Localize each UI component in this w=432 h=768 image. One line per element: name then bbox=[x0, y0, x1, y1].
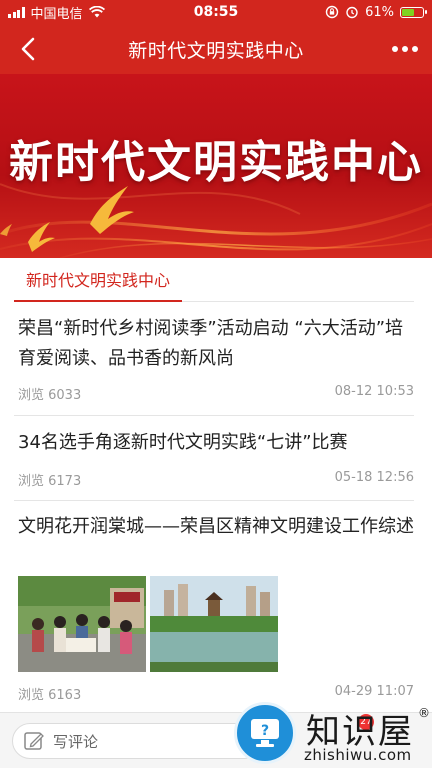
view-count: 浏览 6033 bbox=[18, 388, 82, 403]
divider bbox=[14, 500, 414, 501]
article-item[interactable]: 34名选手角逐新时代文明实践“七讲”比赛 浏览 6173 05-18 12:56 bbox=[18, 428, 414, 494]
publish-date: 08-12 10:53 bbox=[334, 384, 414, 399]
battery-fill bbox=[402, 8, 414, 16]
watermark-logo: ? 27 知识屋 ® zhishiwu.com bbox=[234, 700, 432, 768]
article-item[interactable]: 荣昌“新时代乡村阅读季”活动启动 “六大活动”培育爱阅读、品书香的新风尚 浏览 … bbox=[18, 314, 414, 410]
status-right: 61% bbox=[325, 4, 427, 20]
status-bar: 中国电信 08:55 61% bbox=[0, 0, 432, 24]
tab-civilization-center[interactable]: 新时代文明实践中心 bbox=[14, 258, 183, 302]
divider bbox=[14, 415, 414, 416]
carrier-label: 中国电信 bbox=[30, 6, 83, 22]
publish-date: 05-18 12:56 bbox=[334, 470, 414, 485]
banner-image: 新时代文明实践中心 bbox=[0, 74, 432, 258]
view-count: 浏览 6173 bbox=[18, 474, 82, 489]
battery-percent: 61% bbox=[365, 4, 394, 20]
comment-input[interactable]: 写评论 bbox=[12, 723, 262, 759]
status-left: 中国电信 bbox=[8, 3, 105, 22]
clock-time: 08:55 bbox=[193, 4, 239, 20]
section-tabs: 新时代文明实践中心 bbox=[14, 258, 414, 302]
nav-bar: 新时代文明实践中心 bbox=[0, 24, 432, 74]
article-photo-lake[interactable] bbox=[150, 576, 278, 672]
page-title: 新时代文明实践中心 bbox=[128, 39, 304, 62]
article-title[interactable]: 文明花开润棠城——荣昌区精神文明建设工作综述 bbox=[18, 512, 414, 542]
watermark-url: zhishiwu.com bbox=[304, 746, 412, 764]
back-chevron-icon[interactable] bbox=[14, 35, 42, 63]
more-dots-icon[interactable] bbox=[392, 38, 418, 60]
article-title[interactable]: 荣昌“新时代乡村阅读季”活动启动 “六大活动”培育爱阅读、品书香的新风尚 bbox=[18, 314, 414, 374]
lock-rotation-icon bbox=[325, 5, 339, 19]
signal-icon bbox=[8, 6, 25, 18]
watermark-registered: ® bbox=[418, 706, 430, 720]
svg-text:?: ? bbox=[261, 723, 269, 739]
view-count: 浏览 6163 bbox=[18, 688, 82, 703]
article-meta: 浏览 6033 08-12 10:53 bbox=[18, 384, 414, 403]
comment-placeholder: 写评论 bbox=[53, 732, 99, 751]
article-title[interactable]: 34名选手角逐新时代文明实践“七讲”比赛 bbox=[18, 428, 414, 458]
help-monitor-icon: ? bbox=[234, 702, 296, 764]
banner-title: 新时代文明实践中心 bbox=[9, 137, 423, 188]
battery-icon bbox=[400, 6, 427, 18]
alarm-icon bbox=[346, 6, 358, 19]
article-photo-people[interactable] bbox=[18, 576, 146, 672]
edit-icon bbox=[24, 732, 44, 750]
wifi-icon bbox=[88, 6, 105, 18]
article-meta: 浏览 6173 05-18 12:56 bbox=[18, 470, 414, 489]
